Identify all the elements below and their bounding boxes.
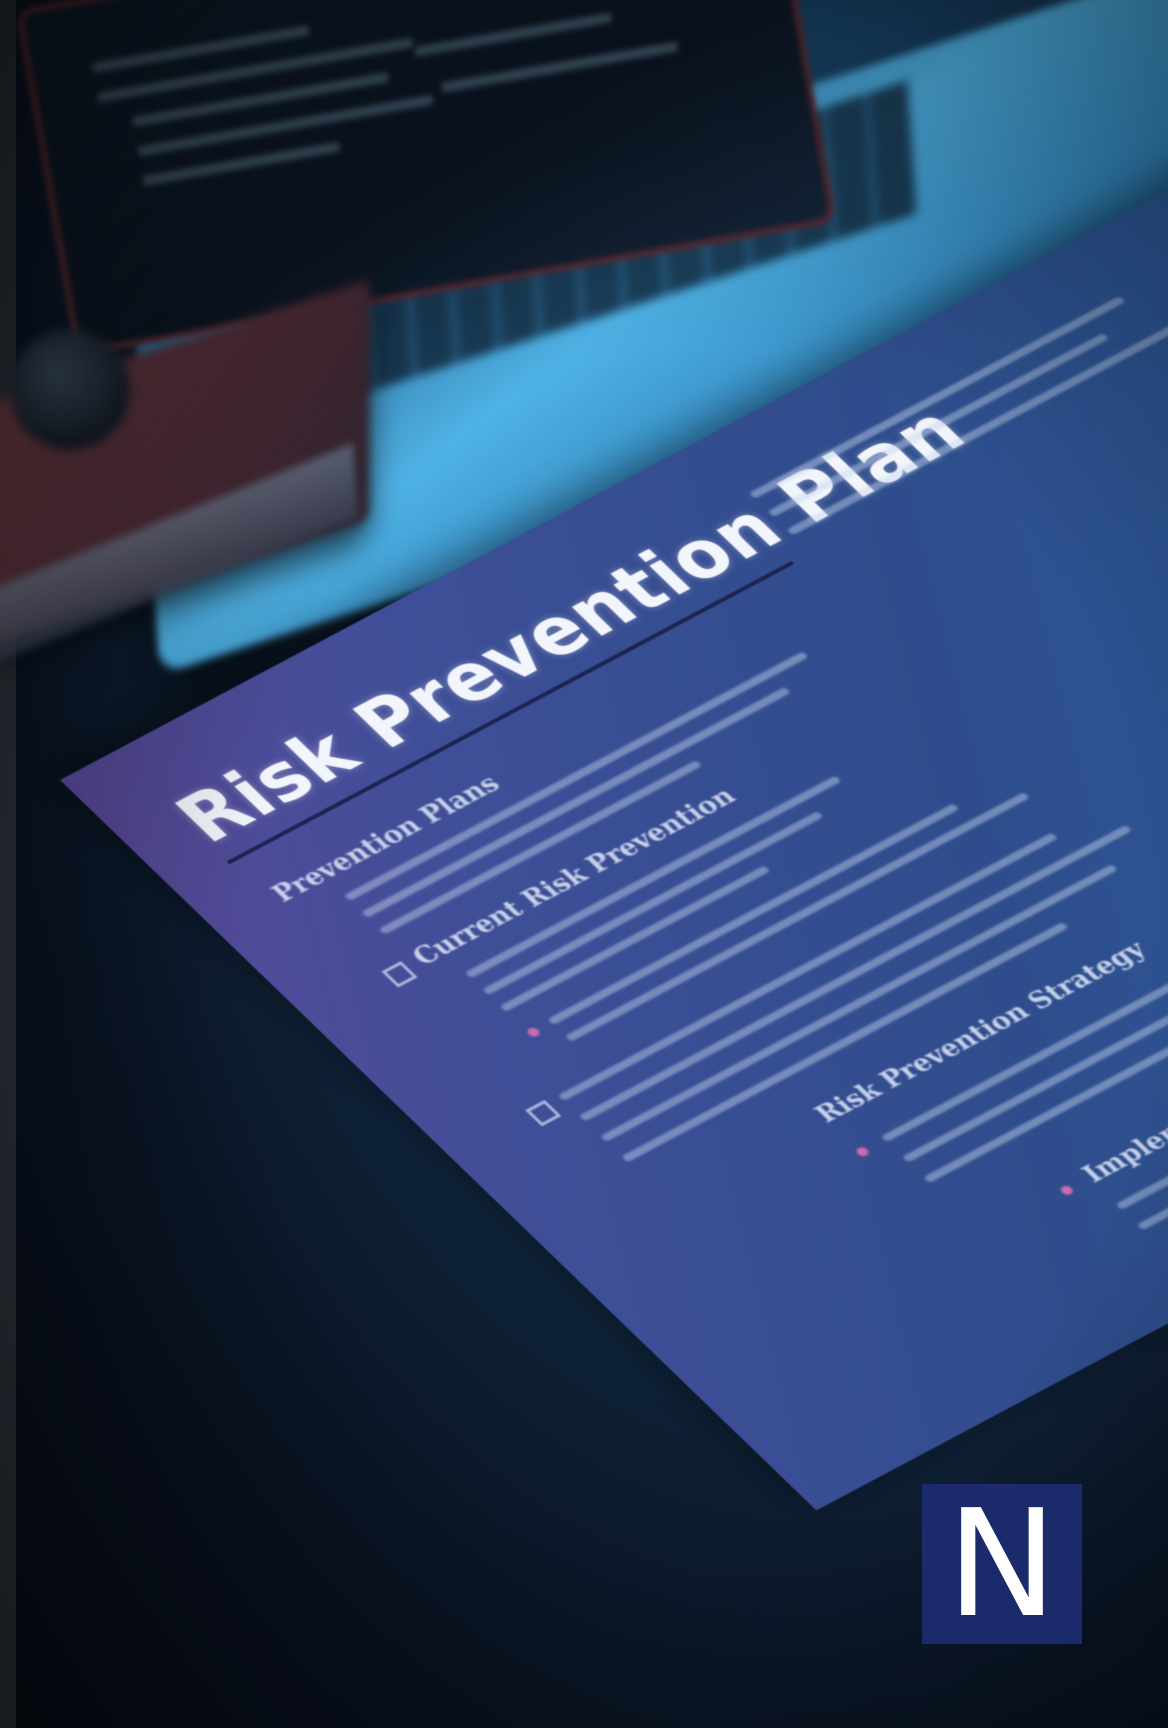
bullet-dot-icon [854, 1145, 871, 1158]
left-edge-strip [0, 0, 16, 1728]
bullet-dot-icon [525, 1026, 542, 1039]
logo-letter: N [946, 1478, 1058, 1650]
brand-logo: N [922, 1484, 1082, 1644]
bullet-dot-icon [1058, 1184, 1076, 1197]
photo-scene: Risk Prevention Plan Prevention Plans Cu… [0, 0, 1168, 1728]
checkbox-icon [525, 1099, 562, 1127]
checkbox-icon [381, 961, 418, 988]
mug [10, 330, 130, 450]
